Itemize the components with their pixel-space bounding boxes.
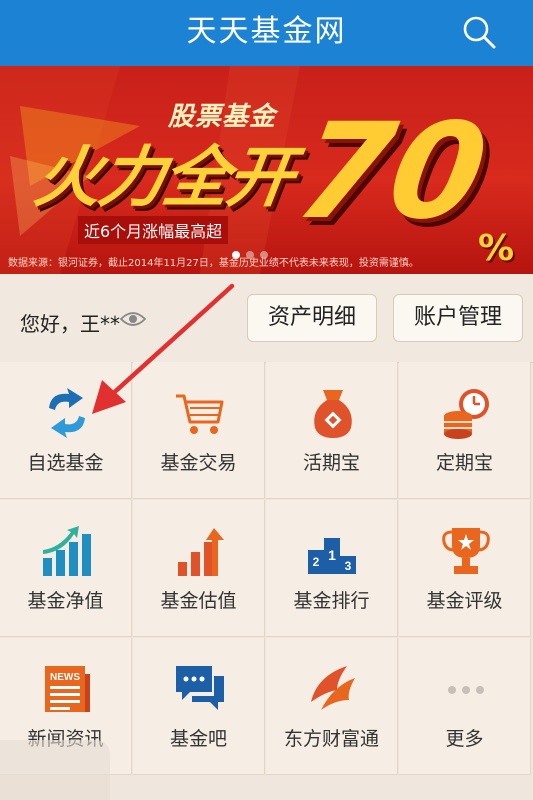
svg-text:3: 3 bbox=[345, 559, 352, 573]
banner-slogan: 火力全开 bbox=[29, 139, 297, 216]
svg-text:1: 1 bbox=[328, 547, 336, 563]
menu-item-fixed-treasure[interactable]: 定期宝 bbox=[399, 362, 531, 499]
banner-disclaimer: 数据来源：银河证券，截止2014年11月27日，基金历史业绩不代表未来表现，投资… bbox=[8, 258, 419, 269]
user-bar: 您好，王** 资产明细 账户管理 bbox=[0, 274, 533, 363]
menu-item-fund-trading[interactable]: 基金交易 bbox=[133, 362, 265, 499]
newspaper-icon: NEWS bbox=[45, 666, 90, 712]
more-dots-icon bbox=[448, 686, 484, 694]
user-greeting: 您好，王** bbox=[20, 312, 120, 336]
money-bag-icon bbox=[314, 390, 352, 438]
chat-bubbles-icon bbox=[176, 666, 224, 710]
bottom-overlay bbox=[0, 740, 110, 800]
menu-item-watchlist[interactable]: 自选基金 bbox=[0, 362, 132, 499]
asset-details-button[interactable]: 资产明细 bbox=[247, 294, 377, 342]
banner-percent: % bbox=[478, 228, 515, 269]
wing-logo-icon bbox=[311, 666, 355, 710]
menu-item-label: 基金评级 bbox=[426, 590, 503, 612]
menu-item-label: 基金排行 bbox=[293, 590, 370, 612]
menu-item-fund-ranking[interactable]: 1 2 3 基金排行 bbox=[266, 500, 398, 637]
podium-icon: 1 2 3 bbox=[308, 538, 356, 574]
menu-item-label: 定期宝 bbox=[435, 452, 493, 474]
menu-item-current-treasure[interactable]: 活期宝 bbox=[266, 362, 398, 499]
promo-banner[interactable]: 股票基金 火力全开 近6个月涨幅最高超 70 % 数据来源：银河证券，截止201… bbox=[0, 66, 533, 274]
shopping-cart-icon bbox=[176, 394, 224, 434]
menu-item-label: 基金估值 bbox=[160, 590, 237, 612]
sync-arrows-icon bbox=[49, 388, 85, 438]
coins-clock-icon bbox=[444, 389, 489, 439]
menu-item-label: 东方财富通 bbox=[283, 728, 379, 750]
menu-item-fund-forum[interactable]: 基金吧 bbox=[133, 638, 265, 775]
menu-item-eastmoney[interactable]: 东方财富通 bbox=[266, 638, 398, 775]
menu-item-label: 活期宝 bbox=[302, 452, 360, 474]
menu-item-fund-rating[interactable]: 基金评级 bbox=[399, 500, 531, 637]
menu-item-label: 自选基金 bbox=[27, 452, 104, 474]
svg-text:NEWS: NEWS bbox=[50, 672, 80, 683]
eye-icon[interactable] bbox=[120, 310, 146, 328]
trophy-icon bbox=[442, 528, 490, 574]
banner-subtitle: 近6个月涨幅最高超 bbox=[78, 216, 229, 244]
search-icon[interactable] bbox=[461, 14, 497, 50]
menu-item-label: 基金净值 bbox=[27, 590, 104, 612]
menu-item-fund-nav[interactable]: 基金净值 bbox=[0, 500, 132, 637]
menu-item-label: 更多 bbox=[445, 728, 484, 750]
menu-item-label: 基金吧 bbox=[169, 728, 227, 750]
svg-text:2: 2 bbox=[313, 555, 320, 569]
app-title: 天天基金网 bbox=[186, 14, 347, 49]
account-management-button[interactable]: 账户管理 bbox=[393, 294, 523, 342]
menu-item-fund-estimate[interactable]: 基金估值 bbox=[133, 500, 265, 637]
banner-number: 70 bbox=[286, 95, 498, 249]
growth-bars-icon bbox=[43, 526, 91, 576]
rising-bars-icon bbox=[178, 528, 224, 576]
app-header: 天天基金网 bbox=[0, 0, 533, 66]
menu-item-more[interactable]: 更多 bbox=[399, 638, 531, 775]
menu-item-label: 基金交易 bbox=[160, 452, 237, 474]
